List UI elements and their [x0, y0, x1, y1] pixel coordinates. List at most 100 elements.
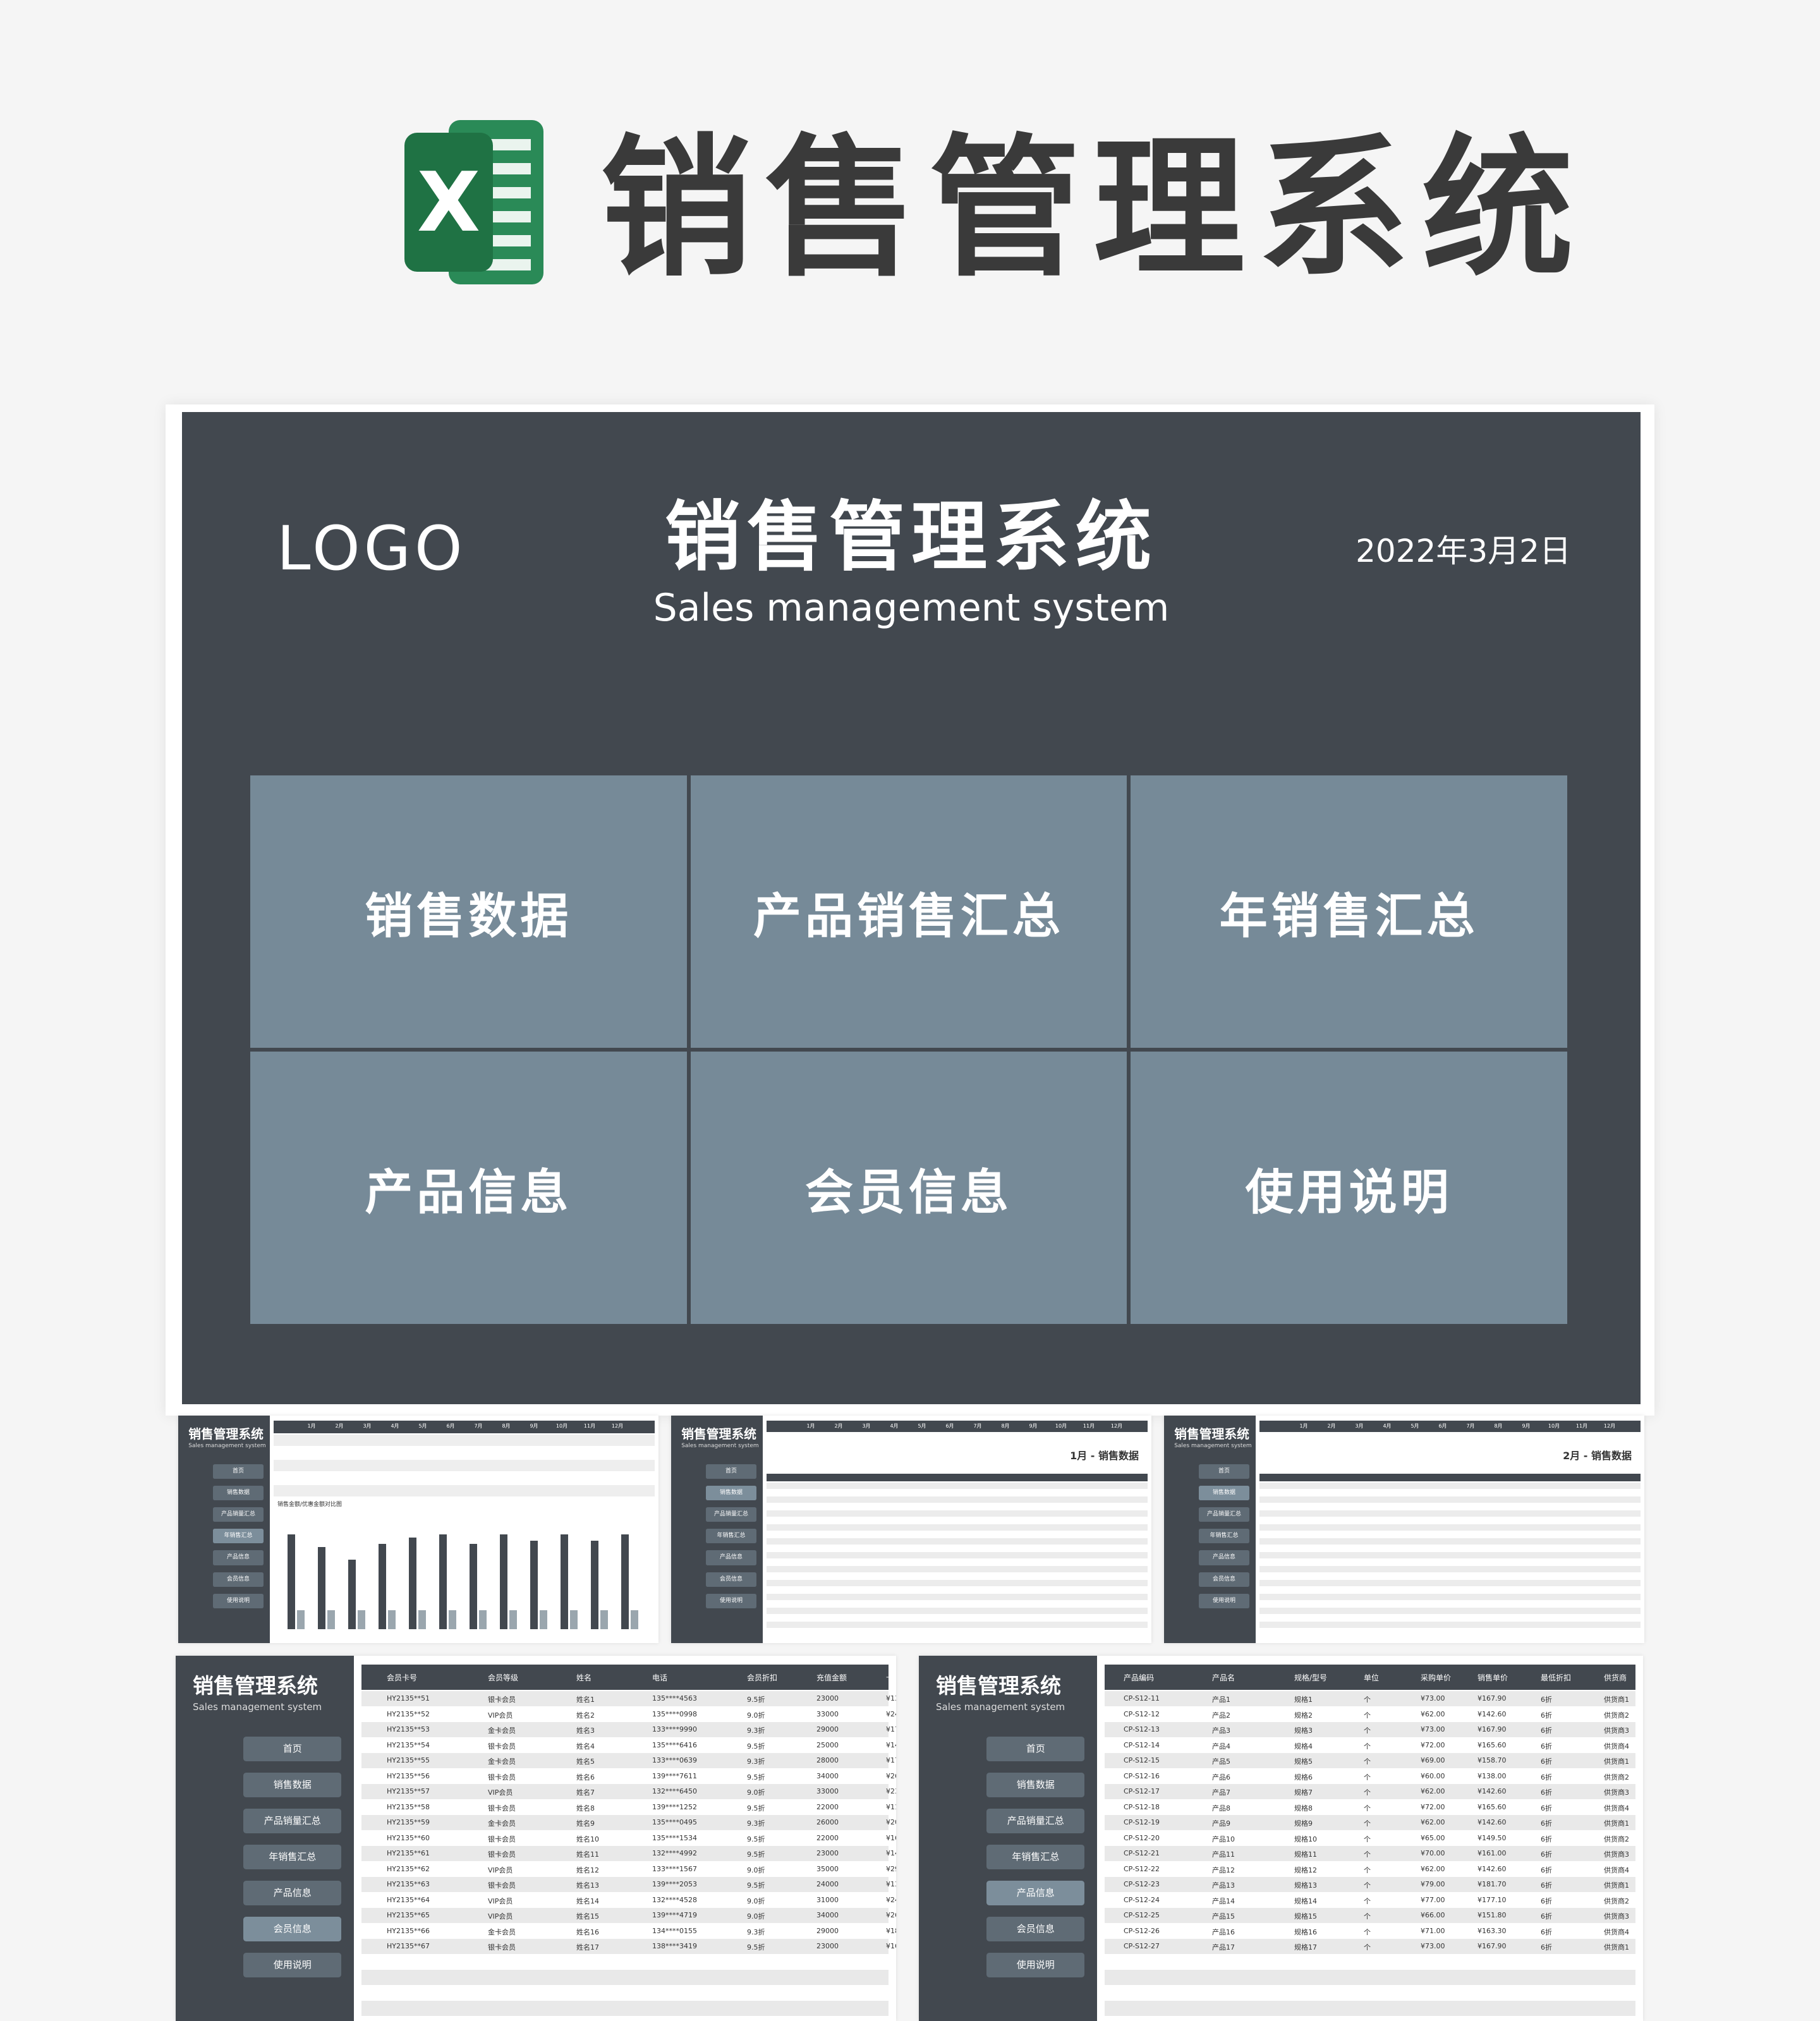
thumb-nav-button[interactable]: 使用说明 [986, 1952, 1085, 1977]
month-tab[interactable]: 12月 [1104, 1423, 1129, 1429]
table-row [361, 2001, 889, 2016]
sales-table-row [767, 1538, 1148, 1545]
thumb-nav-button[interactable]: 首页 [1199, 1464, 1249, 1479]
month-tab[interactable]: 5月 [1402, 1423, 1428, 1429]
thumb-nav-button[interactable]: 产品信息 [243, 1880, 342, 1905]
month-tab[interactable]: 6月 [1430, 1423, 1455, 1429]
table-row: CP-S12-24 产品14 规格14 个 ¥77.00 ¥177.10 6折 供货商2 [1105, 1892, 1635, 1907]
thumb-nav-button[interactable]: 会员信息 [243, 1916, 342, 1941]
tile-member-info[interactable]: 会员信息 [690, 1052, 1127, 1324]
thumb-nav-button[interactable]: 年销售汇总 [213, 1529, 264, 1544]
tile-product-info[interactable]: 产品信息 [250, 1052, 687, 1324]
thumb-nav-button[interactable]: 会员信息 [986, 1916, 1085, 1941]
month-tab[interactable]: 1月 [798, 1423, 823, 1429]
table-cell: VIP会员 [488, 1788, 513, 1797]
thumb-nav-button[interactable]: 会员信息 [706, 1572, 756, 1587]
thumb-nav-button[interactable]: 销售数据 [213, 1485, 264, 1501]
thumb-nav-button[interactable]: 首页 [243, 1736, 342, 1761]
month-tab[interactable]: 3月 [854, 1423, 879, 1429]
month-tab[interactable]: 3月 [1347, 1423, 1372, 1429]
tile-usage-instructions[interactable]: 使用说明 [1131, 1052, 1567, 1324]
tile-product-sales-summary[interactable]: 产品销售汇总 [690, 775, 1127, 1048]
sales-table-row [767, 1622, 1148, 1628]
thumb-nav-button[interactable]: 使用说明 [706, 1593, 756, 1609]
thumb-nav-button[interactable]: 产品销量汇总 [243, 1808, 342, 1833]
table-cell: HY2135**55 [387, 1756, 430, 1764]
month-tab[interactable]: 2月 [826, 1423, 851, 1429]
bar-sales [409, 1538, 416, 1629]
thumb-nav-button[interactable]: 年销售汇总 [706, 1529, 756, 1544]
month-tab[interactable]: 9月 [1021, 1423, 1046, 1429]
table-cell: HY2135**66 [387, 1926, 430, 1935]
thumb-nav-button[interactable]: 销售数据 [243, 1772, 342, 1797]
thumb-nav-button[interactable]: 产品信息 [706, 1550, 756, 1565]
month-tab[interactable]: 5月 [909, 1423, 935, 1429]
month-tab[interactable]: 11月 [1569, 1423, 1594, 1429]
sales-table-row [1259, 1601, 1641, 1607]
month-header-cell: 6月 [446, 1423, 455, 1429]
table-cell: ¥24,333.95 [886, 1709, 896, 1718]
thumb-sidebar-title: 销售管理系统 [936, 1673, 1061, 1698]
thumb-nav-button[interactable]: 产品信息 [213, 1550, 264, 1565]
thumb-nav-button[interactable]: 销售数据 [986, 1772, 1085, 1797]
thumb-nav-button[interactable]: 使用说明 [243, 1952, 342, 1977]
thumb-nav-button[interactable]: 年销售汇总 [1199, 1529, 1249, 1544]
month-header-cell: 3月 [363, 1423, 372, 1429]
table-cell: 产品12 [1212, 1866, 1235, 1874]
thumb-table-row [274, 1472, 655, 1484]
month-tab[interactable]: 10月 [1048, 1423, 1074, 1429]
table-cell: 银卡会员 [488, 1696, 516, 1704]
thumb-nav-button[interactable]: 产品信息 [1199, 1550, 1249, 1565]
thumb-table-row [274, 1485, 655, 1496]
thumb-nav-button[interactable]: 首页 [986, 1736, 1085, 1761]
table-row: CP-S12-20 产品10 规格10 个 ¥65.00 ¥149.50 6折 供货商2 [1105, 1830, 1635, 1845]
sales-table-row [767, 1503, 1148, 1510]
thumb-nav-button[interactable]: 使用说明 [1199, 1593, 1249, 1609]
thumb-nav-button[interactable]: 首页 [213, 1464, 264, 1479]
tile-sales-data[interactable]: 销售数据 [250, 775, 687, 1048]
thumb-sidebar-title: 销售管理系统 [1174, 1426, 1249, 1441]
month-tab[interactable]: 7月 [1458, 1423, 1483, 1429]
month-tab[interactable]: 10月 [1541, 1423, 1567, 1429]
month-tab[interactable]: 2月 [1319, 1423, 1344, 1429]
thumb-nav-button[interactable]: 使用说明 [213, 1593, 264, 1609]
table-cell: 135****0495 [652, 1818, 697, 1826]
thumb-nav-button[interactable]: 销售数据 [1199, 1485, 1249, 1501]
month-tab[interactable]: 11月 [1076, 1423, 1101, 1429]
thumb-nav-button[interactable]: 销售数据 [706, 1485, 756, 1501]
thumb-nav-button[interactable]: 产品销量汇总 [986, 1808, 1085, 1833]
table-cell: 姓名6 [576, 1773, 595, 1781]
table-cell: 银卡会员 [488, 1773, 516, 1781]
table-cell: HY2135**58 [387, 1802, 430, 1811]
thumb-nav-button[interactable]: 年销售汇总 [986, 1844, 1085, 1869]
table-cell: 25000 [816, 1740, 839, 1749]
table-cell: 供货商2 [1604, 1711, 1629, 1720]
month-tab[interactable]: 6月 [937, 1423, 962, 1429]
month-tab[interactable]: 4月 [882, 1423, 907, 1429]
month-tab[interactable]: 8月 [1486, 1423, 1511, 1429]
thumb-nav-button[interactable]: 产品销量汇总 [706, 1507, 756, 1522]
table-row: CP-S12-16 产品6 规格6 个 ¥60.00 ¥138.00 6折 供货商2 [1105, 1768, 1635, 1783]
table-cell: 产品17 [1212, 1943, 1235, 1951]
thumb-nav-button[interactable]: 产品信息 [986, 1880, 1085, 1905]
table-cell: ¥17,762.12 [886, 1725, 896, 1733]
table-cell: 29000 [816, 1926, 839, 1935]
month-tab[interactable]: 12月 [1597, 1423, 1622, 1429]
month-tab[interactable]: 7月 [965, 1423, 990, 1429]
tile-annual-sales-summary[interactable]: 年销售汇总 [1131, 775, 1567, 1048]
table-cell: 姓名16 [576, 1927, 599, 1936]
table-cell: 供货商1 [1604, 1696, 1629, 1704]
thumb-nav-button[interactable]: 会员信息 [213, 1572, 264, 1587]
month-tab[interactable]: 9月 [1514, 1423, 1539, 1429]
thumb-nav-button[interactable]: 会员信息 [1199, 1572, 1249, 1587]
table-cell: 供货商2 [1604, 1897, 1629, 1905]
thumb-nav-button[interactable]: 首页 [706, 1464, 756, 1479]
thumb-nav-button[interactable]: 年销售汇总 [243, 1844, 342, 1869]
month-tab[interactable]: 4月 [1374, 1423, 1400, 1429]
month-tab[interactable]: 1月 [1291, 1423, 1316, 1429]
thumb-nav-button[interactable]: 产品销量汇总 [1199, 1507, 1249, 1522]
month-tab[interactable]: 8月 [993, 1423, 1018, 1429]
bar-discount [631, 1610, 638, 1629]
thumb-nav-button[interactable]: 产品销量汇总 [213, 1507, 264, 1522]
table-cell: CP-S12-15 [1124, 1756, 1160, 1764]
